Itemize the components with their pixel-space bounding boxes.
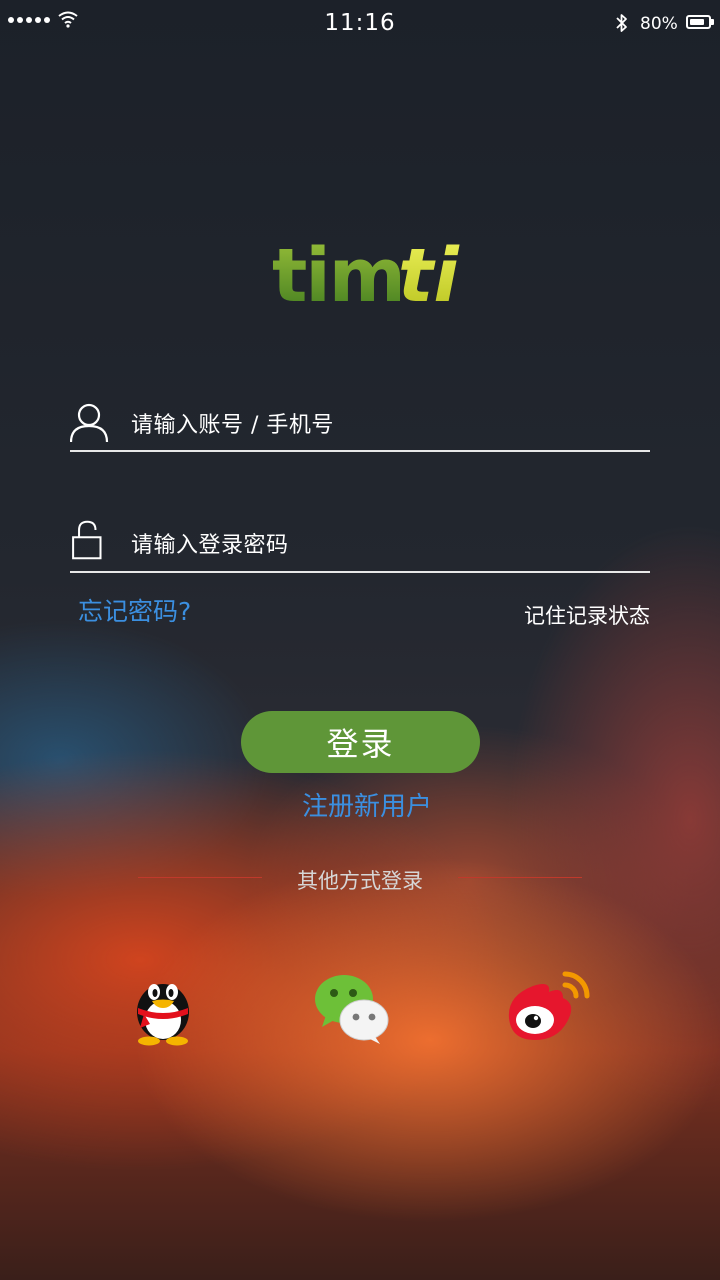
password-input[interactable]: 请输入登录密码 [131,527,289,559]
register-link[interactable]: 注册新用户 [0,786,720,823]
svg-text:tim: tim [272,233,404,315]
battery-percent: 80% [640,14,678,34]
remember-state-toggle[interactable]: 记住记录状态 [500,600,650,630]
user-icon [70,403,109,443]
battery-icon [686,15,711,29]
battery-tip [711,19,714,25]
account-underline [70,450,650,452]
status-time: 11:16 [324,10,396,36]
login-button[interactable]: 登录 [241,711,480,773]
qq-penguin-icon[interactable] [130,968,196,1046]
weibo-icon[interactable] [505,970,591,1044]
password-field[interactable]: 请输入登录密码 [70,515,650,571]
password-underline [70,571,650,573]
time-logo: tim time [272,233,460,315]
forgot-password-link[interactable]: 忘记密码? [78,592,191,628]
lock-icon [72,520,102,560]
other-login-label: 其他方式登录 [297,869,423,893]
divider-right [458,877,582,878]
logo-text: time [398,233,460,315]
account-input[interactable]: 请输入账号 / 手机号 [131,407,334,439]
status-bar: 11:16 80% [0,0,720,50]
account-field[interactable]: 请输入账号 / 手机号 [70,395,650,451]
wechat-icon[interactable] [314,973,390,1045]
divider-left [138,877,262,878]
bluetooth-icon [616,14,627,32]
